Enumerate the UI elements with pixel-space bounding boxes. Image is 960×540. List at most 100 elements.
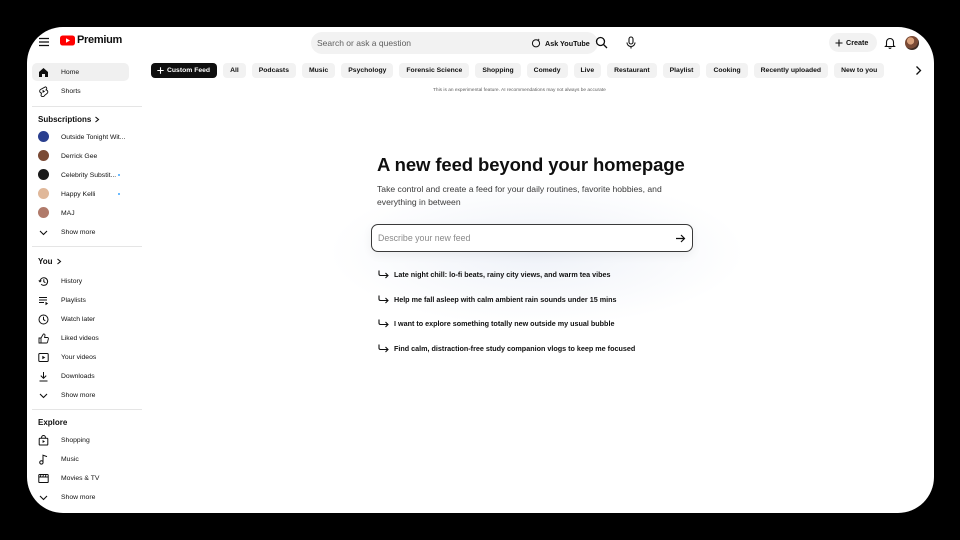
sidebar-item-label: Celebrity Substit... xyxy=(61,171,117,179)
sidebar-item-label: History xyxy=(61,277,83,285)
chevron-right-icon xyxy=(95,116,100,123)
sidebar-item-subscription[interactable]: MAJ xyxy=(32,204,129,222)
you-heading[interactable]: You xyxy=(38,257,62,266)
sidebar-item-label: Happy Kelli xyxy=(61,190,96,198)
sidebar-divider xyxy=(32,106,142,107)
sidebar-item-shopping[interactable]: Shopping xyxy=(32,431,129,449)
search-input[interactable] xyxy=(311,32,501,54)
explore-heading: Explore xyxy=(38,418,67,427)
music-note-icon xyxy=(39,454,48,465)
chip-shopping[interactable]: Shopping xyxy=(475,63,521,78)
menu-icon[interactable] xyxy=(36,34,52,50)
sidebar-item-subscription[interactable]: Derrick Gee xyxy=(32,147,129,165)
chip-restaurant[interactable]: Restaurant xyxy=(607,63,657,78)
chip-comedy[interactable]: Comedy xyxy=(526,63,568,78)
channel-avatar xyxy=(38,150,49,161)
sidebar-item-label: Liked videos xyxy=(61,334,99,342)
page-title: A new feed beyond your homepage xyxy=(377,154,685,175)
chip-custom-feed[interactable]: Custom Feed xyxy=(151,63,218,78)
chevron-down-icon xyxy=(39,393,48,399)
youtube-premium-logo[interactable]: Premium xyxy=(60,34,122,46)
ask-youtube-button[interactable]: Ask YouTube xyxy=(527,32,598,54)
suggestion-text: Find calm, distraction-free study compan… xyxy=(394,344,636,353)
sidebar-item-liked-videos[interactable]: Liked videos xyxy=(32,329,129,347)
chip-forensic-science[interactable]: Forensic Science xyxy=(399,63,470,78)
home-icon xyxy=(39,68,48,77)
you-show-more[interactable]: Show more xyxy=(32,386,129,404)
ask-youtube-label: Ask YouTube xyxy=(545,38,590,48)
chip-label: Custom Feed xyxy=(167,67,211,74)
feed-description-box xyxy=(371,224,693,252)
chip-psychology[interactable]: Psychology xyxy=(341,63,394,78)
logo-text: Premium xyxy=(77,34,122,46)
history-icon xyxy=(38,277,49,286)
account-avatar[interactable] xyxy=(905,36,919,50)
channel-avatar xyxy=(38,207,49,218)
subscriptions-title: Subscriptions xyxy=(38,115,92,124)
suggestion-prompt[interactable]: Find calm, distraction-free study compan… xyxy=(378,342,635,355)
chip-cooking[interactable]: Cooking xyxy=(706,63,748,78)
feed-description-input[interactable] xyxy=(372,225,662,251)
sidebar-item-subscription[interactable]: Outside Tonight Wit... xyxy=(32,128,129,146)
chip-all[interactable]: All xyxy=(223,63,246,78)
suggestion-text: I want to explore something totally new … xyxy=(394,319,615,328)
suggestion-prompt[interactable]: I want to explore something totally new … xyxy=(378,317,614,330)
sidebar-item-label: Your videos xyxy=(61,353,97,361)
ask-spark-icon xyxy=(531,38,541,48)
create-label: Create xyxy=(846,38,869,47)
watch-later-icon xyxy=(38,314,49,325)
sidebar-item-music[interactable]: Music xyxy=(32,450,129,468)
plus-icon xyxy=(835,39,843,46)
sidebar-item-downloads[interactable]: Downloads xyxy=(32,367,129,385)
plus-icon xyxy=(157,67,164,74)
download-icon xyxy=(39,372,48,382)
chip-new-to-you[interactable]: New to you xyxy=(834,63,885,78)
sidebar-item-movies-tv[interactable]: Movies & TV xyxy=(32,469,129,487)
shorts-icon xyxy=(39,86,49,97)
sidebar-item-subscription[interactable]: Celebrity Substit... xyxy=(32,166,129,184)
sidebar-item-history[interactable]: History xyxy=(32,272,129,290)
notifications-bell-icon[interactable] xyxy=(884,36,896,49)
channel-avatar xyxy=(38,188,49,199)
explore-show-more[interactable]: Show more xyxy=(32,488,129,506)
film-icon xyxy=(38,474,49,483)
sidebar-item-label: Music xyxy=(61,455,79,463)
playlists-icon xyxy=(39,297,49,306)
your-videos-icon xyxy=(38,353,49,362)
show-more-label: Show more xyxy=(61,228,96,236)
chips-next-arrow-icon[interactable] xyxy=(914,65,923,76)
channel-avatar xyxy=(38,169,49,180)
chip-recently-uploaded[interactable]: Recently uploaded xyxy=(753,63,829,78)
sidebar-divider xyxy=(32,409,142,410)
sidebar-item-home[interactable]: Home xyxy=(32,63,129,81)
sidebar-item-shorts[interactable]: Shorts xyxy=(32,82,129,100)
microphone-icon[interactable] xyxy=(625,36,637,49)
sidebar-item-label: MAJ xyxy=(61,209,75,217)
create-button[interactable]: Create xyxy=(829,33,877,52)
suggestion-prompt[interactable]: Help me fall asleep with calm ambient ra… xyxy=(378,293,616,306)
suggestion-prompt[interactable]: Late night chill: lo-fi beats, rainy cit… xyxy=(378,268,611,281)
sidebar-item-subscription[interactable]: Happy Kelli xyxy=(32,185,129,203)
page-subtitle: Take control and create a feed for your … xyxy=(377,184,662,207)
arrow-turn-right-icon xyxy=(378,319,389,328)
sidebar-item-your-videos[interactable]: Your videos xyxy=(32,348,129,366)
sidebar-item-label: Shorts xyxy=(61,87,81,95)
chevron-down-icon xyxy=(39,230,48,236)
subscriptions-show-more[interactable]: Show more xyxy=(32,223,129,241)
sidebar-item-watch-later[interactable]: Watch later xyxy=(32,310,129,328)
suggestion-text: Late night chill: lo-fi beats, rainy cit… xyxy=(394,270,611,279)
sidebar: Home Shorts Subscriptions Outside Tonigh… xyxy=(32,62,142,507)
search-icon[interactable] xyxy=(595,36,608,49)
chevron-down-icon xyxy=(39,495,48,501)
chip-playlist[interactable]: Playlist xyxy=(662,63,701,78)
channel-avatar xyxy=(38,131,49,142)
sidebar-item-playlists[interactable]: Playlists xyxy=(32,291,129,309)
explore-title: Explore xyxy=(38,418,68,427)
subscriptions-heading[interactable]: Subscriptions xyxy=(38,115,100,124)
submit-arrow-icon[interactable] xyxy=(675,233,686,244)
chip-music[interactable]: Music xyxy=(301,63,336,78)
chip-live[interactable]: Live xyxy=(573,63,602,78)
chip-podcasts[interactable]: Podcasts xyxy=(251,63,296,78)
suggestion-text: Help me fall asleep with calm ambient ra… xyxy=(394,295,617,304)
app-window: Premium Ask YouTube Create Home Shorts xyxy=(27,27,934,513)
